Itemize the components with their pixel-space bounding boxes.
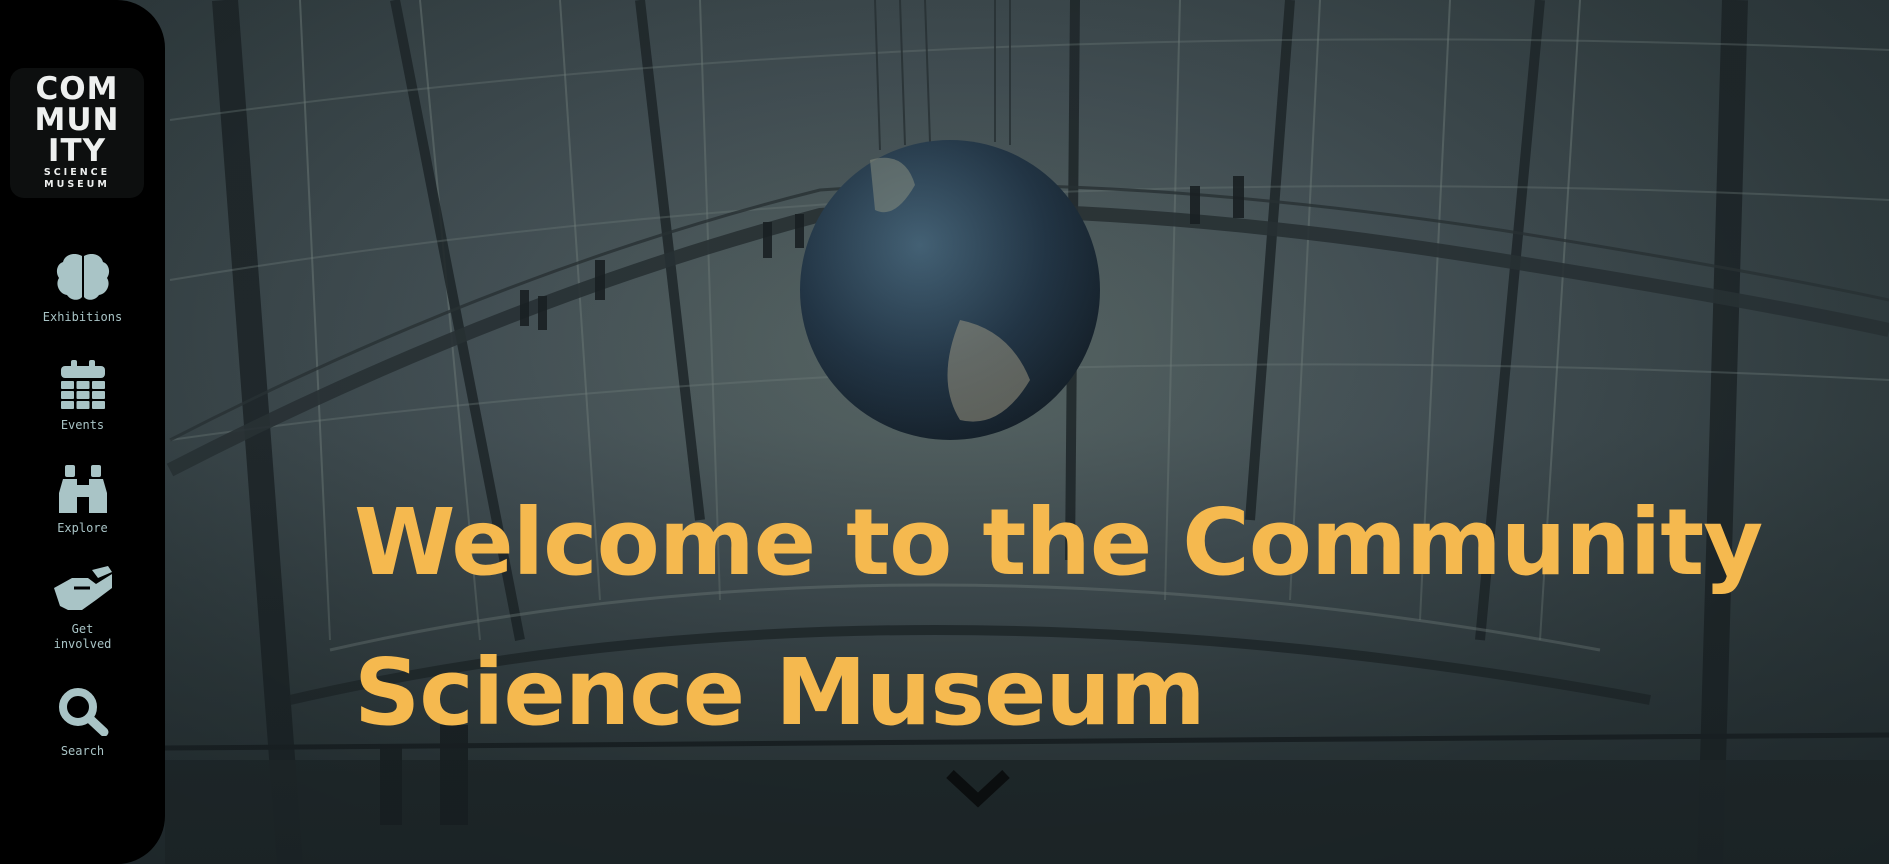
nav-label: Search — [60, 744, 105, 758]
nav-label: Explore — [57, 521, 108, 535]
sidebar: COM MUN ITY SCIENCE MUSEUM Exhibitions E… — [0, 0, 165, 864]
brain-icon — [0, 252, 165, 306]
chevron-down-icon — [946, 769, 1010, 808]
handshake-icon — [0, 566, 165, 618]
logo-word-line: COM — [35, 71, 119, 107]
nav-label: Exhibitions — [42, 310, 123, 324]
hero-headline: Welcome to the Community Science Museum — [354, 489, 1763, 746]
calendar-icon — [0, 360, 165, 414]
search-icon — [0, 686, 165, 740]
logo-sub-line: SCIENCE — [43, 167, 111, 178]
nav-item-search[interactable]: Search — [0, 686, 165, 759]
logo-word-line: MUN — [34, 102, 120, 138]
nav-item-events[interactable]: Events — [0, 360, 165, 433]
binoculars-icon — [0, 465, 165, 517]
nav-label: Get involved — [53, 622, 112, 651]
nav-item-get-involved[interactable]: Get involved — [0, 566, 165, 652]
nav-item-exhibitions[interactable]: Exhibitions — [0, 252, 165, 325]
scroll-down-button[interactable] — [944, 766, 1012, 810]
nav-item-explore[interactable]: Explore — [0, 465, 165, 536]
logo-sub-line: MUSEUM — [44, 179, 110, 190]
logo-word-line: ITY — [47, 133, 107, 169]
logo-wordmark: COM MUN ITY — [35, 74, 120, 167]
logo-subtitle: SCIENCE MUSEUM — [44, 167, 110, 191]
nav-label: Events — [60, 418, 105, 432]
museum-logo[interactable]: COM MUN ITY SCIENCE MUSEUM — [10, 68, 144, 198]
